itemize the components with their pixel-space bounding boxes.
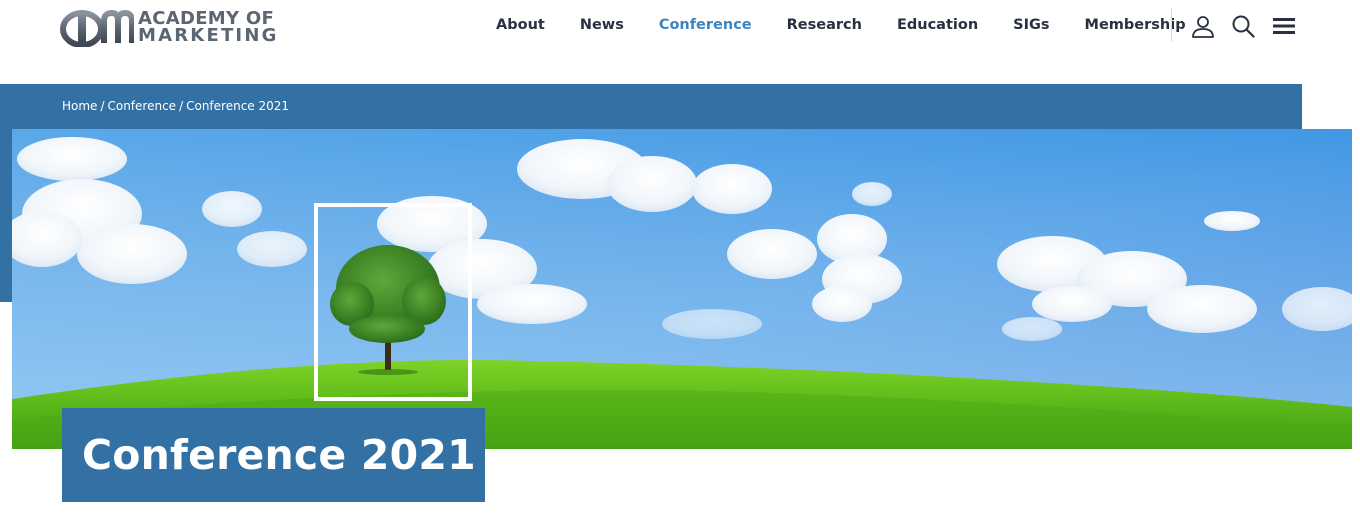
- nav-sigs[interactable]: SIGs: [1013, 17, 1049, 33]
- nav-research[interactable]: Research: [787, 17, 862, 33]
- breadcrumb-current: Conference 2021: [186, 99, 290, 113]
- breadcrumb-separator: /: [100, 99, 105, 113]
- page-title: Conference 2021: [82, 431, 476, 479]
- tree-landscape-image: [12, 129, 1352, 449]
- nav-education[interactable]: Education: [897, 17, 978, 33]
- nav-about[interactable]: About: [496, 17, 545, 33]
- site-header: ACADEMY OF MARKETING About News Conferen…: [0, 0, 1360, 56]
- hero-image: [12, 129, 1352, 449]
- user-icon: [1192, 16, 1214, 38]
- search-button[interactable]: [1228, 12, 1258, 40]
- nav-news[interactable]: News: [580, 17, 624, 33]
- breadcrumb-conference[interactable]: Conference: [107, 99, 176, 113]
- account-button[interactable]: [1188, 12, 1218, 40]
- logo-wordmark: ACADEMY OF MARKETING: [138, 10, 279, 46]
- breadcrumb-separator: /: [179, 99, 184, 113]
- logo-mark-icon: [60, 9, 134, 47]
- search-icon: [1232, 15, 1255, 38]
- menu-button[interactable]: [1270, 14, 1298, 38]
- breadcrumb-home[interactable]: Home: [62, 99, 97, 113]
- breadcrumb: Home / Conference / Conference 2021: [62, 99, 289, 113]
- page-title-box: Conference 2021: [62, 408, 485, 502]
- site-logo[interactable]: ACADEMY OF MARKETING: [60, 5, 290, 49]
- logo-line-2: MARKETING: [138, 25, 279, 46]
- nav-divider: [1171, 8, 1172, 42]
- nav-conference[interactable]: Conference: [659, 17, 752, 33]
- hamburger-menu-icon: [1273, 18, 1295, 34]
- main-nav: About News Conference Research Education…: [478, 14, 1186, 36]
